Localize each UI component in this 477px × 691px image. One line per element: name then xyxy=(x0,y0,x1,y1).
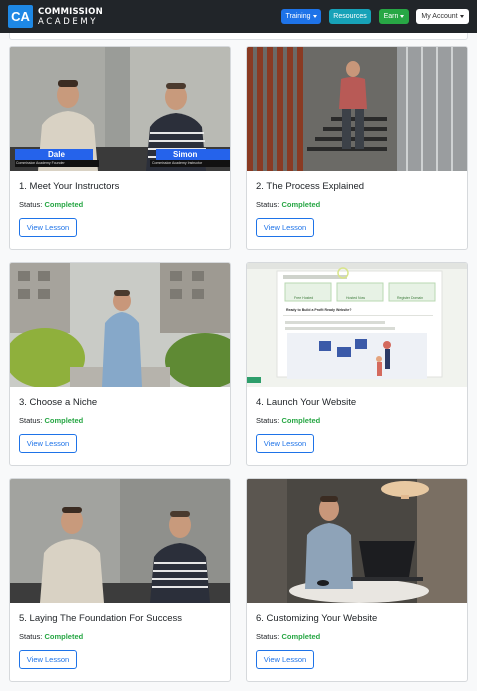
lesson-thumbnail[interactable] xyxy=(10,479,230,603)
status-label: Status: xyxy=(256,416,280,425)
previous-card-edge xyxy=(9,33,468,40)
view-lesson-button[interactable]: View Lesson xyxy=(256,434,314,453)
brand-line-1: COMMISSION xyxy=(38,6,103,17)
lesson-title: 1. Meet Your Instructors xyxy=(19,181,120,192)
status-value: Completed xyxy=(44,416,84,425)
foundation-video-still xyxy=(10,479,230,603)
training-label: Training xyxy=(285,13,311,20)
caret-down-icon xyxy=(459,15,464,18)
overlay-left-name: Dale xyxy=(48,150,65,159)
brand-wordmark: COMMISSION ACADEMY xyxy=(38,7,103,27)
customizing-video-still xyxy=(247,479,467,603)
status-label: Status: xyxy=(256,200,280,209)
lesson-card: 2. The Process Explained Status: Complet… xyxy=(246,46,468,250)
view-lesson-button[interactable]: View Lesson xyxy=(256,218,314,237)
overlay-left-role: Commission Academy Founder xyxy=(16,161,65,165)
panel-heading: Ready to Build a Profit Ready Website? xyxy=(286,308,352,312)
view-lesson-button[interactable]: View Lesson xyxy=(256,650,314,669)
caret-down-icon xyxy=(400,15,405,18)
status-label: Status: xyxy=(256,632,280,641)
niche-video-still xyxy=(10,263,230,387)
lesson-card: 6. Customizing Your Website Status: Comp… xyxy=(246,478,468,682)
view-lesson-button[interactable]: View Lesson xyxy=(19,218,77,237)
status-value: Completed xyxy=(44,632,84,641)
lesson-title: 5. Laying The Foundation For Success xyxy=(19,613,183,624)
status-label: Status: xyxy=(19,632,43,641)
status-label: Status: xyxy=(19,200,43,209)
training-dropdown-button[interactable]: Training xyxy=(281,9,321,24)
resources-button[interactable]: Resources xyxy=(329,9,371,24)
account-dropdown-button[interactable]: My Account xyxy=(416,9,469,24)
overlay-right-name: Simon xyxy=(173,150,198,159)
lesson-card: Dale Simon Commission Academy Founder Co… xyxy=(9,46,231,250)
lesson-title: 2. The Process Explained xyxy=(256,181,365,192)
lesson-status: Status: Completed xyxy=(19,200,83,209)
earn-label: Earn xyxy=(383,13,399,20)
panel-button-a: Free Hosted xyxy=(294,296,314,300)
status-value: Completed xyxy=(281,200,321,209)
lesson-thumbnail[interactable]: Ready to Build a Profit Ready Website? F… xyxy=(247,263,467,387)
website-screen-recording xyxy=(247,263,467,387)
status-value: Completed xyxy=(44,200,84,209)
brand-line-2: ACADEMY xyxy=(38,16,99,27)
caret-down-icon xyxy=(312,15,317,18)
lesson-card: Ready to Build a Profit Ready Website? F… xyxy=(246,262,468,466)
lesson-status: Status: Completed xyxy=(256,632,320,641)
lesson-title: 4. Launch Your Website xyxy=(256,397,357,408)
lesson-card: 3. Choose a Niche Status: Completed View… xyxy=(9,262,231,466)
status-value: Completed xyxy=(281,632,321,641)
top-navbar: CA COMMISSION ACADEMY Training Resources… xyxy=(0,0,477,33)
lesson-thumbnail[interactable] xyxy=(247,479,467,603)
lesson-status: Status: Completed xyxy=(256,416,320,425)
lesson-status: Status: Completed xyxy=(19,416,83,425)
lesson-title: 3. Choose a Niche xyxy=(19,397,98,408)
lesson-status: Status: Completed xyxy=(256,200,320,209)
panel-button-c: Register Domain xyxy=(397,296,424,300)
brand-logo[interactable]: CA COMMISSION ACADEMY xyxy=(8,5,103,28)
lesson-thumbnail[interactable] xyxy=(247,47,467,171)
status-value: Completed xyxy=(281,416,321,425)
view-lesson-button[interactable]: View Lesson xyxy=(19,650,77,669)
lesson-status: Status: Completed xyxy=(19,632,83,641)
process-video-still xyxy=(247,47,467,171)
lesson-thumbnail[interactable] xyxy=(10,263,230,387)
overlay-right-role: Commission Academy Instructor xyxy=(152,161,203,165)
status-label: Status: xyxy=(19,416,43,425)
view-lesson-button[interactable]: View Lesson xyxy=(19,434,77,453)
brand-badge: CA xyxy=(8,5,33,28)
panel-button-b: Hosted Now xyxy=(346,296,366,300)
lesson-thumbnail[interactable]: Dale Simon Commission Academy Founder Co… xyxy=(10,47,230,171)
resources-label: Resources xyxy=(333,13,367,20)
earn-dropdown-button[interactable]: Earn xyxy=(379,9,409,24)
account-label: My Account xyxy=(421,13,458,20)
lesson-card: 5. Laying The Foundation For Success Sta… xyxy=(9,478,231,682)
lesson-title: 6. Customizing Your Website xyxy=(256,613,378,624)
